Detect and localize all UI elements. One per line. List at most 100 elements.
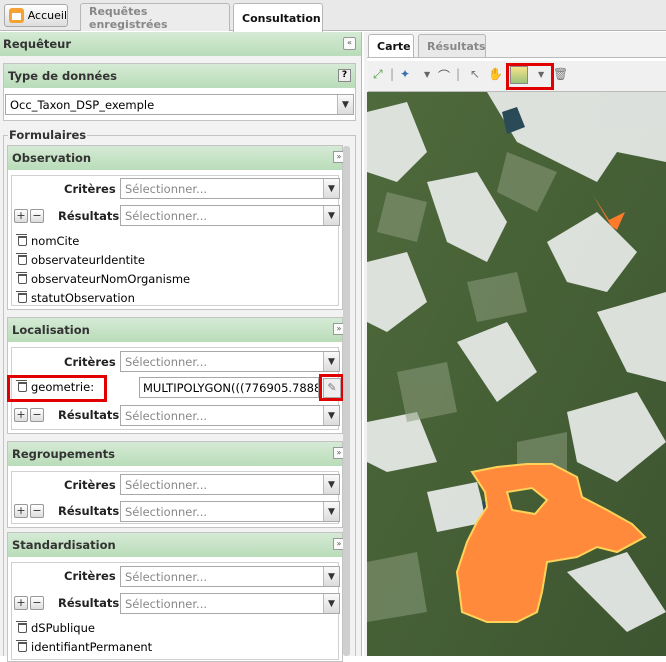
help-icon[interactable]: ? bbox=[338, 69, 351, 82]
criteria-select[interactable]: Sélectionner... ▼ bbox=[120, 178, 340, 199]
add-button[interactable]: + bbox=[14, 596, 28, 610]
criteria-label: Critères bbox=[64, 478, 116, 492]
chevron-down-icon: ▼ bbox=[337, 95, 353, 114]
placeholder: Sélectionner... bbox=[125, 181, 207, 196]
remove-button[interactable]: − bbox=[30, 209, 44, 223]
measure-icon[interactable]: ⌒ bbox=[438, 67, 450, 84]
pan-hand-icon[interactable]: ✋ bbox=[488, 67, 503, 81]
chevron-down-icon: ▼ bbox=[323, 475, 339, 494]
section-title: Standardisation bbox=[12, 538, 116, 552]
placeholder: Sélectionner... bbox=[125, 504, 207, 519]
section-header: Regroupements bbox=[8, 442, 342, 466]
collapse-panel-icon[interactable]: « bbox=[343, 37, 356, 50]
list-item: observateurNomOrganisme bbox=[16, 272, 191, 286]
result-field: observateurNomOrganisme bbox=[31, 272, 191, 286]
criteria-label: Critères bbox=[64, 182, 116, 196]
chevron-down-icon: ▼ bbox=[323, 502, 339, 521]
remove-button[interactable]: − bbox=[30, 504, 44, 518]
list-item: nomCite bbox=[16, 234, 80, 248]
result-field: nomCite bbox=[31, 234, 80, 248]
tab-map-label: Carte bbox=[377, 39, 411, 53]
tab-results-label: Résultats bbox=[427, 39, 486, 53]
result-field: identifiantPermanent bbox=[31, 640, 153, 654]
list-item: dSPublique bbox=[16, 621, 95, 635]
scrollbar[interactable] bbox=[343, 146, 350, 656]
section-title: Observation bbox=[12, 151, 92, 165]
results-select[interactable]: Sélectionner... ▼ bbox=[120, 501, 340, 522]
section-header: Observation bbox=[8, 146, 342, 170]
criteria-select[interactable]: Sélectionner... ▼ bbox=[120, 351, 340, 372]
criteria-label: Critères bbox=[64, 355, 116, 369]
geometry-value: MULTIPOLYGON(((776905.7888 bbox=[143, 380, 319, 395]
trash-icon[interactable] bbox=[16, 253, 27, 265]
panel-header: Requêteur bbox=[0, 32, 361, 56]
trash-icon[interactable] bbox=[16, 621, 27, 633]
map-canvas bbox=[367, 92, 666, 656]
remove-button[interactable]: − bbox=[30, 408, 44, 422]
results-label: Résultats bbox=[58, 408, 120, 422]
panel-title: Requêteur bbox=[3, 37, 72, 51]
section-observation: Observation » Critères Sélectionner... ▼ … bbox=[7, 145, 345, 310]
draw-polygon-icon[interactable]: ✦ bbox=[400, 67, 410, 81]
section-regroupements: Regroupements » Critères Sélectionner...… bbox=[7, 441, 345, 528]
tab-saved-queries-label: Requêtes enregistrées bbox=[89, 4, 168, 31]
placeholder: Sélectionner... bbox=[125, 569, 207, 584]
data-type-header: Type de données bbox=[4, 64, 355, 88]
result-field: observateurIdentite bbox=[31, 253, 145, 267]
data-type-panel: Type de données ? Occ_Taxon_DSP_exemple … bbox=[3, 63, 356, 121]
data-type-label: Type de données bbox=[8, 69, 117, 83]
home-button[interactable]: Accueil bbox=[4, 4, 68, 27]
tab-map[interactable]: Carte bbox=[368, 34, 414, 57]
results-select[interactable]: Sélectionner... ▼ bbox=[120, 593, 340, 614]
data-type-select[interactable]: Occ_Taxon_DSP_exemple ▼ bbox=[5, 94, 354, 115]
forms-legend: Formulaires bbox=[8, 128, 88, 142]
highlight-box-edit bbox=[319, 374, 344, 401]
zoom-extent-icon[interactable]: ⤢ bbox=[373, 67, 383, 82]
add-button[interactable]: + bbox=[14, 209, 28, 223]
results-label: Résultats bbox=[58, 596, 120, 610]
highlight-box-layer bbox=[506, 63, 554, 90]
highlight-box-geometry bbox=[7, 375, 107, 402]
chevron-down-icon: ▼ bbox=[323, 567, 339, 586]
home-icon bbox=[9, 8, 24, 23]
placeholder: Sélectionner... bbox=[125, 354, 207, 369]
chevron-down-icon: ▼ bbox=[323, 594, 339, 613]
add-button[interactable]: + bbox=[14, 504, 28, 518]
tab-saved-queries[interactable]: Requêtes enregistrées bbox=[80, 3, 230, 31]
placeholder: Sélectionner... bbox=[125, 408, 207, 423]
geometry-input[interactable]: MULTIPOLYGON(((776905.7888 bbox=[139, 377, 319, 398]
trash-icon[interactable] bbox=[16, 291, 27, 303]
section-title: Regroupements bbox=[12, 447, 115, 461]
tab-consultation[interactable]: Consultation bbox=[233, 3, 323, 32]
chevron-down-icon: ▼ bbox=[323, 179, 339, 198]
results-select[interactable]: Sélectionner... ▼ bbox=[120, 405, 340, 426]
results-select[interactable]: Sélectionner... ▼ bbox=[120, 205, 340, 226]
chevron-down-icon: ▼ bbox=[323, 206, 339, 225]
tab-consultation-label: Consultation bbox=[242, 11, 321, 25]
map-view[interactable] bbox=[367, 92, 666, 656]
criteria-label: Critères bbox=[64, 569, 116, 583]
section-title: Localisation bbox=[12, 323, 90, 337]
chevron-down-icon[interactable]: ▼ bbox=[424, 70, 430, 79]
criteria-select[interactable]: Sélectionner... ▼ bbox=[120, 566, 340, 587]
remove-button[interactable]: − bbox=[30, 596, 44, 610]
placeholder: Sélectionner... bbox=[125, 596, 207, 611]
trash-icon[interactable]: 🗑 bbox=[553, 67, 568, 81]
section-header: Standardisation bbox=[8, 533, 342, 557]
results-label: Résultats bbox=[58, 209, 120, 223]
tab-results[interactable]: Résultats bbox=[418, 34, 486, 57]
trash-icon[interactable] bbox=[16, 272, 27, 284]
home-label: Accueil bbox=[27, 9, 67, 22]
add-button[interactable]: + bbox=[14, 408, 28, 422]
result-field: dSPublique bbox=[31, 621, 95, 635]
chevron-down-icon: ▼ bbox=[323, 352, 339, 371]
top-tab-bar: Accueil Requêtes enregistrées Consultati… bbox=[0, 0, 666, 32]
chevron-down-icon: ▼ bbox=[323, 406, 339, 425]
placeholder: Sélectionner... bbox=[125, 477, 207, 492]
query-panel: Requêteur « Type de données ? Occ_Taxon_… bbox=[0, 32, 362, 662]
trash-icon[interactable] bbox=[16, 234, 27, 246]
select-arrow-icon[interactable]: ↖ bbox=[470, 67, 480, 81]
criteria-select[interactable]: Sélectionner... ▼ bbox=[120, 474, 340, 495]
result-field: statutObservation bbox=[31, 291, 135, 305]
trash-icon[interactable] bbox=[16, 640, 27, 652]
